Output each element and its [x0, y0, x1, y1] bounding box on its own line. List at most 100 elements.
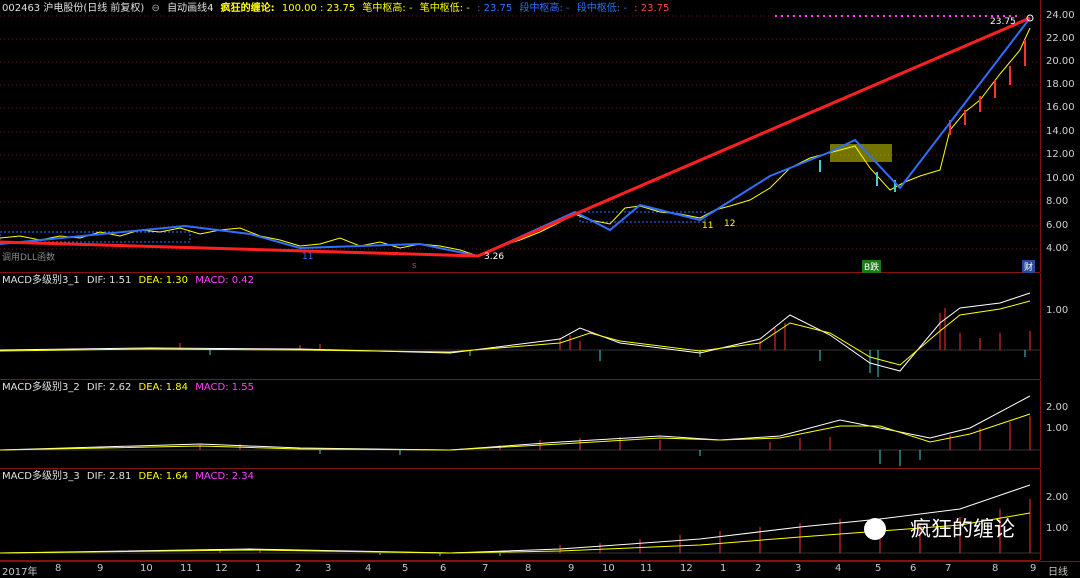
- month-label: 9: [1030, 563, 1037, 574]
- month-label: 8: [55, 563, 62, 574]
- month-label: 9: [97, 563, 104, 574]
- macd3-tick-2: 2.00: [1046, 492, 1069, 503]
- macd2-tick-1: 1.00: [1046, 423, 1069, 434]
- y-tick-14: 14.00: [1046, 126, 1075, 137]
- month-label: 6: [440, 563, 447, 574]
- macd2-hist-cyan: [319, 450, 921, 466]
- cai-chip[interactable]: 财: [1022, 260, 1036, 273]
- year-label: 2017年: [2, 567, 38, 578]
- macd1-name[interactable]: MACD多级别3_1: [2, 275, 80, 286]
- month-label: 2: [755, 563, 762, 574]
- y-tick-24: 24.00: [1046, 10, 1075, 21]
- duan-low: 段中枢低: -: [576, 3, 627, 14]
- macd2-name[interactable]: MACD多级别3_2: [2, 382, 80, 393]
- watermark: 疯狂的缠论: [910, 517, 1015, 541]
- macd3-header: MACD多级别3_3 DIF: 2.81 DEA: 1.64 MACD: 2.3…: [2, 471, 258, 483]
- month-label: 10: [602, 563, 615, 574]
- y-tick-10: 10.00: [1046, 173, 1075, 184]
- y-tick-4: 4.00: [1046, 243, 1069, 254]
- macd2-macd-value: MACD: 1.55: [195, 382, 255, 393]
- indicator-name[interactable]: 自动画线4: [167, 3, 213, 14]
- blue-trend-line: [0, 17, 1031, 258]
- duan-value: : 23.75: [634, 3, 670, 14]
- toggle-icon[interactable]: ⊖: [152, 3, 160, 14]
- price-chart[interactable]: [0, 0, 1040, 272]
- macd2-dif-value: DIF: 2.62: [86, 382, 132, 393]
- stock-title: 002463 沪电股份(日线 前复权): [2, 3, 145, 14]
- wave-label-11a: 11: [302, 252, 314, 262]
- macd1-dif-value: DIF: 1.51: [86, 275, 132, 286]
- candles: [949, 40, 1026, 135]
- macd2-tick-2: 2.00: [1046, 402, 1069, 413]
- macd1-dea-value: DEA: 1.30: [138, 275, 189, 286]
- macd2-dea-value: DEA: 1.84: [138, 382, 189, 393]
- month-label: 4: [365, 563, 372, 574]
- macd2-dif: [0, 395, 1031, 451]
- red-trend-line: [0, 16, 1031, 258]
- month-label: 8: [992, 563, 999, 574]
- macd2-panel[interactable]: MACD多级别3_2 DIF: 2.62 DEA: 1.84 MACD: 1.5…: [0, 380, 1040, 469]
- macd1-header: MACD多级别3_1 DIF: 1.51 DEA: 1.30 MACD: 0.4…: [2, 275, 258, 287]
- bi-high: 笔中枢高: -: [362, 3, 413, 14]
- chanlun-value: 100.00 : 23.75: [281, 3, 356, 14]
- month-label: 10: [140, 563, 153, 574]
- macd3-dif-value: DIF: 2.81: [86, 471, 132, 482]
- macd3-name[interactable]: MACD多级别3_3: [2, 471, 80, 482]
- macd1-hist-red: [179, 308, 1031, 350]
- price-header: 002463 沪电股份(日线 前复权) ⊖ 自动画线4 疯狂的缠论: 100.0…: [2, 3, 673, 15]
- month-label: 7: [945, 563, 952, 574]
- macd2-header: MACD多级别3_2 DIF: 2.62 DEA: 1.84 MACD: 1.5…: [2, 382, 258, 394]
- macd3-axis: [1040, 469, 1080, 560]
- price-panel[interactable]: 002463 沪电股份(日线 前复权) ⊖ 自动画线4 疯狂的缠论: 100.0…: [0, 0, 1040, 273]
- wave-label-11b: 11: [702, 221, 714, 231]
- y-tick-8: 8.00: [1046, 196, 1069, 207]
- time-axis[interactable]: 2017年 8 9 10 11 12 1 2 3 4 5 6 7 8 9 10 …: [0, 561, 1080, 578]
- macd1-axis: [1040, 273, 1080, 379]
- y-tick-6: 6.00: [1046, 220, 1069, 231]
- month-label: 1: [255, 563, 262, 574]
- price-last-label: 23.75: [990, 17, 1016, 27]
- month-label: 6: [910, 563, 917, 574]
- candles-cyan: [819, 160, 896, 192]
- month-label: 11: [180, 563, 193, 574]
- y-tick-16: 16.00: [1046, 102, 1075, 113]
- month-label: 2: [295, 563, 302, 574]
- month-label: 5: [402, 563, 409, 574]
- month-label: 3: [325, 563, 332, 574]
- price-line: [0, 27, 1031, 257]
- period-label[interactable]: 日线: [1048, 563, 1068, 578]
- macd1-tick: 1.00: [1046, 305, 1069, 316]
- bi-value: : 23.75: [477, 3, 513, 14]
- duan-high: 段中枢高: -: [519, 3, 570, 14]
- price-low-label: 3.26: [484, 252, 505, 262]
- wechat-icon: [864, 518, 886, 540]
- y-tick-18: 18.00: [1046, 79, 1075, 90]
- month-label: 5: [875, 563, 882, 574]
- month-label: 1: [720, 563, 727, 574]
- month-label: 7: [482, 563, 489, 574]
- macd1-macd-value: MACD: 0.42: [195, 275, 255, 286]
- month-label: 8: [525, 563, 532, 574]
- month-label: 3: [795, 563, 802, 574]
- macd3-panel[interactable]: MACD多级别3_3 DIF: 2.81 DEA: 1.64 MACD: 2.3…: [0, 469, 1040, 561]
- month-label: 4: [835, 563, 842, 574]
- macd1-chart[interactable]: [0, 273, 1040, 379]
- dll-note: 调用DLL函数: [2, 253, 55, 263]
- macd1-panel[interactable]: MACD多级别3_1 DIF: 1.51 DEA: 1.30 MACD: 0.4…: [0, 273, 1040, 380]
- bi-low: 笔中枢低: -: [419, 3, 470, 14]
- chanlun-label: 疯狂的缠论:: [220, 3, 275, 14]
- macd1-dif: [0, 292, 1031, 372]
- wave-label-12: 12: [724, 219, 736, 229]
- y-tick-22: 22.00: [1046, 33, 1075, 44]
- macd2-dea: [0, 413, 1031, 451]
- macd1-hist-cyan: [209, 350, 1026, 377]
- macd3-hist-red: [219, 499, 1031, 553]
- macd3-dea-value: DEA: 1.64: [138, 471, 189, 482]
- y-tick-12: 12.00: [1046, 149, 1075, 160]
- macd1-dea: [0, 300, 1031, 366]
- s-marker: s: [412, 261, 417, 271]
- month-label: 11: [640, 563, 653, 574]
- buy-chip[interactable]: B跌: [862, 260, 882, 273]
- month-label: 12: [215, 563, 228, 574]
- month-label: 9: [568, 563, 575, 574]
